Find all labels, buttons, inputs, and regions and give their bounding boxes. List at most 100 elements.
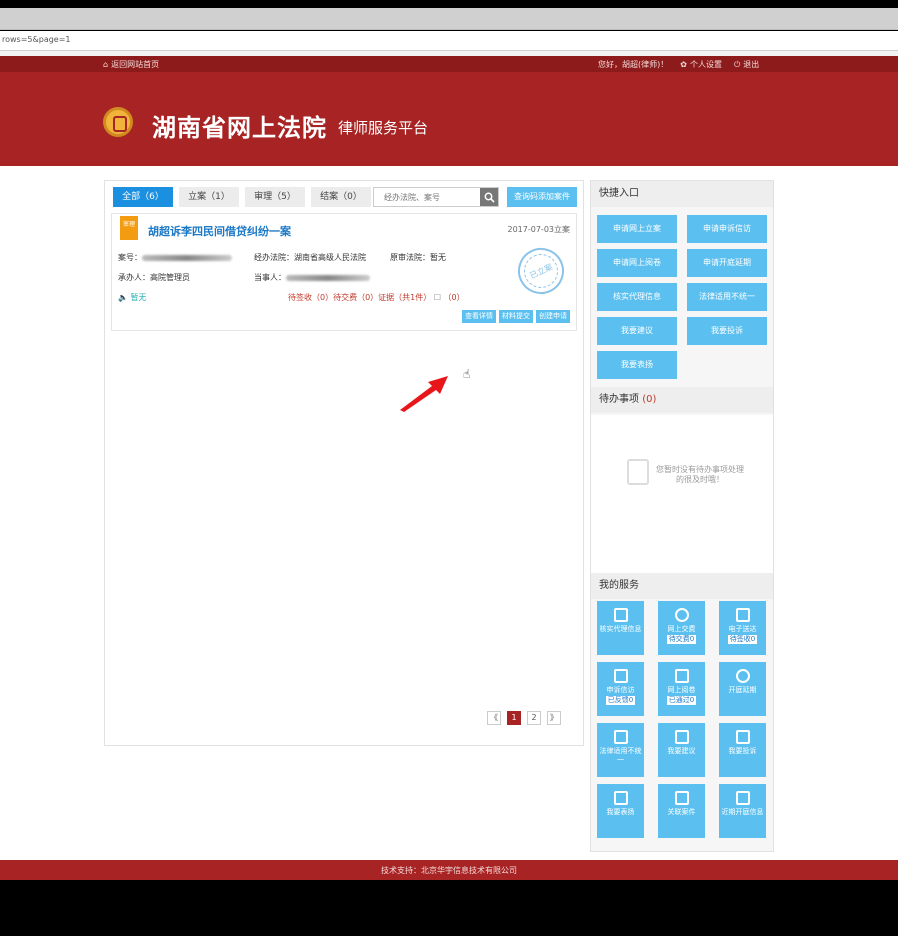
tab-closed[interactable]: 结案（0）: [311, 187, 371, 207]
case-card[interactable]: 审理 胡超诉李四民间借贷纠纷一案 2017-07-03立案 案号： 经办法院：湖…: [111, 213, 577, 331]
case-tabs: 全部（6） 立案（1） 审理（5） 结案（0）: [113, 187, 371, 207]
link-icon: [674, 791, 689, 805]
service-file-reading[interactable]: 网上阅卷 已通过0: [658, 662, 705, 716]
id-card-icon: [613, 608, 628, 622]
service-related-cases[interactable]: 关联案件: [658, 784, 705, 838]
calendar-icon: [735, 791, 750, 805]
add-case-by-code-button[interactable]: 查询码添加案件: [507, 187, 577, 207]
service-praise[interactable]: 我要表扬: [597, 784, 644, 838]
quick-suggestion[interactable]: 我要建议: [597, 317, 677, 345]
pager-page-1[interactable]: 1: [507, 711, 521, 725]
mail-icon: [613, 669, 628, 683]
pager-next-button[interactable]: 》: [547, 711, 561, 725]
services-heading: 我的服务: [591, 573, 773, 599]
case-filed-date: 2017-07-03立案: [507, 225, 571, 234]
pen-icon: [735, 608, 750, 622]
case-list-panel: 全部（6） 立案（1） 审理（5） 结案（0） 查询码添加案件 审理 胡超诉李四…: [104, 180, 584, 746]
speaker-icon: 🔈: [118, 293, 128, 302]
quick-apply-delay[interactable]: 申请开庭延期: [687, 249, 767, 277]
service-petition[interactable]: 申诉信访已反馈0: [597, 662, 644, 716]
filed-stamp-text: 已立案: [528, 261, 554, 281]
case-party-label: 当事人：: [254, 273, 286, 282]
site-subtitle: 律师服务平台: [338, 119, 429, 137]
case-party-redacted: [286, 274, 370, 281]
quick-apply-petition[interactable]: 申请申诉信访: [687, 215, 767, 243]
service-label: 申诉信访: [606, 686, 635, 694]
service-e-delivery[interactable]: 电子送达待签收0: [719, 601, 766, 655]
document-icon: [674, 669, 689, 683]
pagination: 《 1 2 》: [487, 711, 561, 725]
announcement[interactable]: 🔈 暂无: [118, 292, 147, 303]
monitor-icon: [735, 730, 750, 744]
search-icon: [484, 192, 495, 203]
service-label: 我要建议: [667, 747, 696, 755]
site-header: 湖南省网上法院 律师服务平台: [0, 72, 898, 166]
web-page: ⌂ 返回网站首页 您好，胡超(律师)！ ✿ 个人设置 ⏻ 退出 湖南省网上法院 律师…: [0, 56, 898, 880]
service-label: 法律适用不统一: [599, 747, 642, 764]
yen-icon: [674, 608, 689, 622]
todo-heading: 待办事项 (0): [591, 387, 773, 413]
site-footer: 技术支持：北京华宇信息技术有限公司: [0, 860, 898, 880]
create-application-button[interactable]: 创建申请: [536, 310, 570, 323]
pager-prev-button[interactable]: 《: [487, 711, 501, 725]
todo-area: 您暂时没有待办事项处理的很及时哦！: [591, 415, 773, 573]
service-label: 核实代理信息: [599, 625, 642, 633]
case-number-label: 案号：: [118, 253, 142, 262]
service-suggestion[interactable]: 我要建议: [658, 723, 705, 777]
service-badge: 待签收0: [727, 635, 758, 644]
tab-trial[interactable]: 审理（5）: [245, 187, 305, 207]
thumbs-up-icon: [627, 459, 649, 485]
settings-link[interactable]: ✿ 个人设置: [680, 59, 722, 70]
tab-filed[interactable]: 立案（1）: [179, 187, 239, 207]
quick-entry-title: 快捷入口: [599, 188, 639, 199]
service-label: 近期开庭信息: [721, 808, 764, 816]
service-label: 电子送达: [728, 625, 757, 633]
home-icon: ⌂: [103, 60, 109, 69]
logout-link[interactable]: ⏻ 退出: [734, 59, 759, 70]
service-online-payment[interactable]: 网上交费 待交费0: [658, 601, 705, 655]
todo-title: 待办事项: [599, 394, 639, 405]
quick-complaint[interactable]: 我要投诉: [687, 317, 767, 345]
court-emblem-logo: [103, 107, 133, 137]
service-badge: 已通过0: [666, 696, 697, 705]
case-search: [373, 187, 499, 207]
service-complaint[interactable]: 我要投诉: [719, 723, 766, 777]
service-label: 开庭延期: [728, 686, 757, 694]
quick-apply-reading[interactable]: 申请网上阅卷: [597, 249, 677, 277]
search-input[interactable]: [374, 188, 480, 206]
address-bar[interactable]: rows=5&page=1: [0, 31, 898, 51]
comment-count: （0）: [443, 293, 465, 302]
quick-praise[interactable]: 我要表扬: [597, 351, 677, 379]
service-label: 我要投诉: [728, 747, 757, 755]
court-info: 经办法院：湖南省高级人民法院: [254, 253, 366, 262]
service-upcoming-hearings[interactable]: 近期开庭信息: [719, 784, 766, 838]
case-stats-text: 待签收（0）待交费（0）证据（共1件）: [288, 293, 432, 302]
scale-icon: [613, 730, 628, 744]
case-handler: 承办人：高院管理员: [118, 273, 190, 282]
case-actions: 查看详情 材料提交 创建申请: [462, 310, 570, 323]
comment-icon: ☐: [433, 293, 441, 302]
submit-materials-button[interactable]: 材料提交: [499, 310, 533, 323]
view-details-button[interactable]: 查看详情: [462, 310, 496, 323]
original-court: 原审法院：暂无: [390, 253, 446, 262]
thumbs-up-icon: [613, 791, 628, 805]
quick-apply-filing[interactable]: 申请网上立案: [597, 215, 677, 243]
power-icon: ⏻: [733, 59, 741, 69]
gear-icon: ✿: [680, 60, 687, 69]
user-area: 您好，胡超(律师)！ ✿ 个人设置 ⏻ 退出: [598, 59, 759, 70]
case-title[interactable]: 胡超诉李四民间借贷纠纷一案: [148, 223, 291, 239]
home-link[interactable]: ⌂ 返回网站首页: [103, 59, 159, 70]
service-verify-agent[interactable]: 核实代理信息: [597, 601, 644, 655]
quick-law-inconsistency[interactable]: 法律适用不统一: [687, 283, 767, 311]
pager-page-2[interactable]: 2: [527, 711, 541, 725]
case-status-ribbon: 审理: [120, 216, 138, 240]
search-button[interactable]: [480, 188, 498, 206]
service-hearing-delay[interactable]: 开庭延期: [719, 662, 766, 716]
service-badge: 已反馈0: [605, 696, 636, 705]
quick-entry-heading: 快捷入口: [591, 181, 773, 207]
tab-all[interactable]: 全部（6）: [113, 187, 173, 207]
service-badge: 待交费0: [666, 635, 697, 644]
service-law-inconsistency[interactable]: 法律适用不统一: [597, 723, 644, 777]
quick-verify-agent[interactable]: 核实代理信息: [597, 283, 677, 311]
service-label: 我要表扬: [606, 808, 635, 816]
